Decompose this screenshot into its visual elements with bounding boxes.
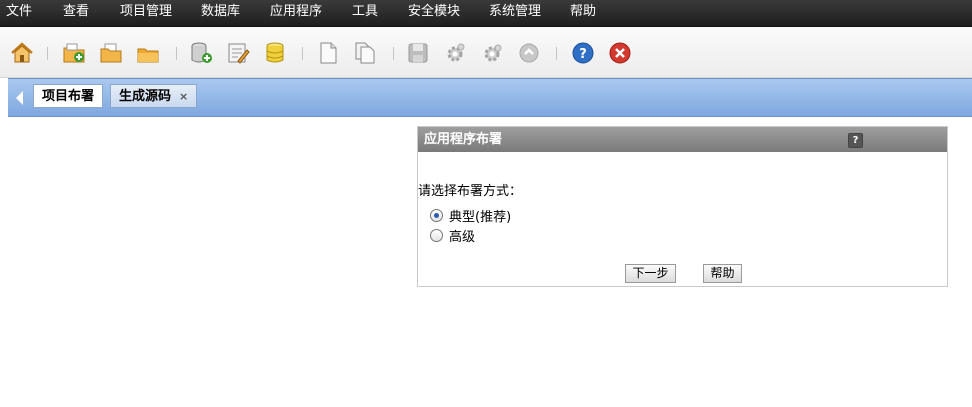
folder-icon[interactable] [136,41,160,65]
radio-advanced[interactable] [430,229,443,242]
toolbar-separator [556,47,557,60]
menu-security[interactable]: 安全模块 [408,0,460,26]
tab-bar: 项目布署 生成源码 × [8,78,972,117]
next-button[interactable]: 下一步 [625,264,676,283]
menu-project[interactable]: 项目管理 [120,0,172,26]
option-typical-label: 典型(推荐) [449,210,512,225]
menu-application[interactable]: 应用程序 [270,0,322,26]
tab-generate-source[interactable]: 生成源码 × [110,84,198,109]
tab-label: 生成源码 [119,89,172,104]
toolbar-separator [176,47,177,60]
tab-close-icon[interactable]: × [179,85,188,109]
save-icon[interactable] [406,41,430,65]
option-typical[interactable]: 典型(推荐) [430,209,511,227]
toolbar-separator [47,47,48,60]
help-button[interactable]: 帮助 [703,264,742,283]
close-icon[interactable] [608,41,632,65]
help-icon[interactable]: ? [571,41,595,65]
option-advanced-label: 高级 [449,230,476,245]
menu-help[interactable]: 帮助 [570,0,596,26]
page-icon[interactable] [316,41,340,65]
panel-title: 应用程序布署 [424,132,503,147]
database-edit-icon[interactable] [226,41,250,65]
gear-icon[interactable] [443,41,467,65]
tab-label: 项目布署 [42,89,95,104]
option-advanced[interactable]: 高级 [430,229,475,247]
menu-bar: 文件 查看 项目管理 数据库 应用程序 工具 安全模块 系统管理 帮助 [0,0,972,27]
menu-system[interactable]: 系统管理 [489,0,541,26]
folder-open-icon[interactable] [99,41,123,65]
home-icon[interactable] [10,41,34,65]
deploy-prompt: 请选择布署方式： [418,184,523,199]
radio-typical[interactable] [430,209,443,222]
folder-add-icon[interactable] [62,41,86,65]
pages-icon[interactable] [353,41,377,65]
database-icon[interactable] [263,41,287,65]
menu-database[interactable]: 数据库 [201,0,240,26]
toolbar: ? [0,27,972,78]
menu-tools[interactable]: 工具 [352,0,378,26]
panel-help-icon[interactable]: ? [848,133,863,148]
svg-text:?: ? [579,47,587,62]
deploy-panel: 应用程序布署 ? 请选择布署方式： 典型(推荐) 高级 下一步 帮助 [417,126,948,287]
toolbar-separator [302,47,303,60]
database-add-icon[interactable] [189,41,213,65]
tab-scroll-left-icon[interactable] [16,91,23,105]
refresh-icon[interactable] [517,41,541,65]
gear-settings-icon[interactable] [480,41,504,65]
panel-header: 应用程序布署 ? [418,127,947,152]
toolbar-separator [393,47,394,60]
menu-file[interactable]: 文件 [6,0,32,26]
tab-project-deploy[interactable]: 项目布署 [33,84,104,108]
menu-view[interactable]: 查看 [63,0,89,26]
